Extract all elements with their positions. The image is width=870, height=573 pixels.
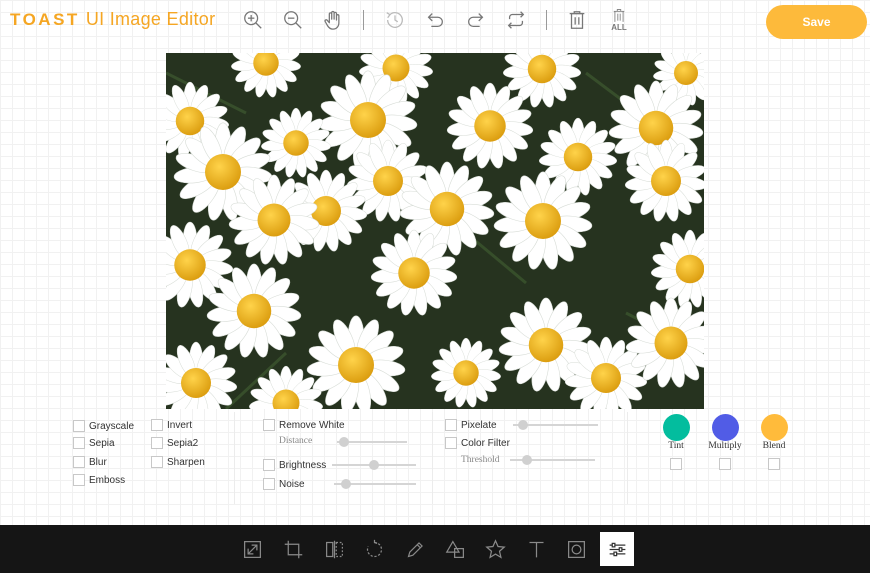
zoom-out-icon[interactable] — [281, 8, 305, 32]
slider-knob[interactable] — [369, 460, 379, 470]
header-divider — [363, 10, 364, 30]
delete-all-label: ALL — [611, 22, 627, 32]
checkbox[interactable] — [151, 419, 163, 431]
noise-slider[interactable] — [334, 479, 416, 489]
resize-icon[interactable] — [241, 538, 263, 560]
filter-label: Sharpen — [167, 456, 205, 468]
checkbox[interactable] — [73, 420, 85, 432]
checkbox[interactable] — [73, 456, 85, 468]
filter-label: Color Filter — [461, 437, 510, 449]
filter-label: Remove White — [279, 419, 345, 431]
rotate-icon[interactable] — [363, 538, 385, 560]
panel-divider — [432, 412, 433, 504]
filter-noise[interactable]: Noise — [263, 478, 305, 490]
blend-label: Blend — [762, 441, 786, 451]
tint-color-swatch[interactable] — [663, 414, 690, 441]
crop-icon[interactable] — [282, 538, 304, 560]
slider-knob[interactable] — [341, 479, 352, 489]
hand-icon[interactable] — [321, 8, 345, 32]
threshold-slider[interactable] — [510, 455, 595, 465]
filter-label: Invert — [167, 419, 193, 431]
checkbox[interactable] — [73, 474, 85, 486]
filter-blur[interactable]: Blur — [73, 456, 107, 468]
reset-icon[interactable] — [504, 8, 528, 32]
filter-label: Pixelate — [461, 419, 497, 431]
header-divider — [546, 10, 547, 30]
checkbox[interactable] — [445, 419, 457, 431]
filter-sepia2[interactable]: Sepia2 — [151, 437, 198, 449]
logo-brand: TOAST — [10, 10, 80, 29]
filter-label: Blur — [89, 456, 107, 468]
filter-sharpen[interactable]: Sharpen — [151, 456, 205, 468]
flip-icon[interactable] — [323, 538, 345, 560]
multiply-checkbox[interactable] — [719, 458, 731, 470]
checkbox[interactable] — [151, 456, 163, 468]
zoom-in-icon[interactable] — [241, 8, 265, 32]
filter-label: Brightness — [279, 459, 327, 471]
daisy-image — [166, 53, 704, 409]
delete-icon[interactable] — [565, 8, 589, 32]
filter-brightness[interactable]: Brightness — [263, 459, 326, 471]
distance-label: Distance — [279, 436, 313, 446]
distance-slider[interactable] — [337, 437, 407, 447]
checkbox[interactable] — [263, 419, 275, 431]
panel-divider — [627, 412, 628, 504]
blend-checkbox[interactable] — [768, 458, 780, 470]
panel-divider — [234, 412, 235, 504]
filter-grayscale[interactable]: Grayscale — [73, 420, 134, 432]
filter-pixelate[interactable]: Pixelate — [445, 419, 497, 431]
filter-label: Noise — [279, 478, 305, 490]
filter-label: Grayscale — [89, 420, 135, 432]
undo-icon[interactable] — [423, 8, 447, 32]
star-icon[interactable] — [484, 538, 506, 560]
multiply-color-swatch[interactable] — [712, 414, 739, 441]
blend-color-swatch[interactable] — [761, 414, 788, 441]
save-button[interactable]: Save — [766, 5, 867, 39]
shape-icon[interactable] — [444, 538, 466, 560]
checkbox[interactable] — [445, 437, 457, 449]
filter-color-filter[interactable]: Color Filter — [445, 437, 510, 449]
delete-all-icon[interactable]: ALL — [606, 8, 632, 32]
threshold-label: Threshold — [461, 455, 500, 465]
filter-remove-white[interactable]: Remove White — [263, 419, 345, 431]
filter-sepia[interactable]: Sepia — [73, 437, 115, 449]
mask-icon[interactable] — [565, 538, 587, 560]
brightness-slider[interactable] — [332, 460, 416, 470]
app-logo: TOAST UI Image Editor — [10, 9, 215, 30]
tint-checkbox[interactable] — [670, 458, 682, 470]
filter-label: Emboss — [89, 474, 126, 486]
redo-icon[interactable] — [464, 8, 488, 32]
checkbox[interactable] — [73, 437, 85, 449]
filter-invert[interactable]: Invert — [151, 419, 192, 431]
image-canvas[interactable] — [166, 53, 704, 409]
filter-label: Sepia — [89, 437, 115, 449]
filter-emboss[interactable]: Emboss — [73, 474, 125, 486]
text-icon[interactable] — [525, 538, 547, 560]
filter-icon[interactable] — [600, 532, 634, 566]
header: TOAST UI Image Editor ALL Save — [0, 0, 870, 44]
bottom-toolbar — [0, 525, 870, 573]
history-icon[interactable] — [383, 8, 407, 32]
draw-icon[interactable] — [404, 538, 426, 560]
slider-knob[interactable] — [518, 420, 529, 430]
filter-panel: Grayscale Sepia Blur Emboss Invert Sepia… — [0, 412, 870, 512]
logo-title: UI Image Editor — [85, 9, 216, 29]
checkbox[interactable] — [263, 459, 275, 471]
checkbox[interactable] — [151, 437, 163, 449]
slider-knob[interactable] — [522, 455, 532, 465]
pixelate-slider[interactable] — [513, 420, 598, 430]
checkbox[interactable] — [263, 478, 275, 490]
slider-knob[interactable] — [339, 437, 349, 447]
filter-label: Sepia2 — [167, 437, 199, 449]
